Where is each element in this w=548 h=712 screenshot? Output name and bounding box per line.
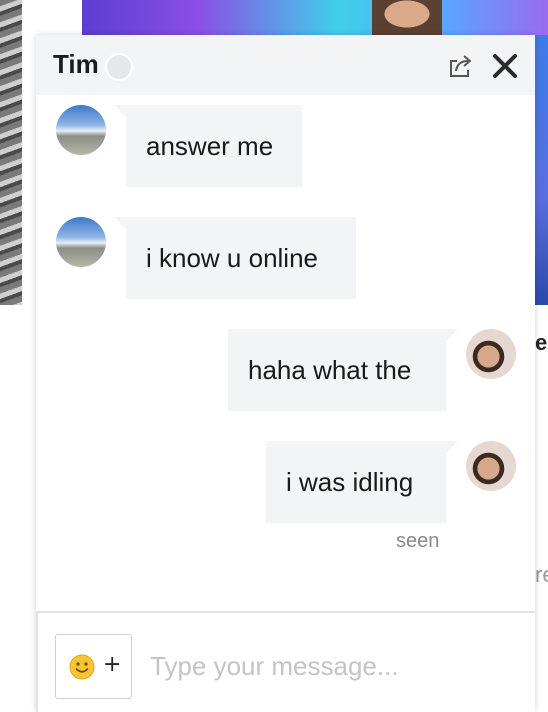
chat-title: Tim	[53, 49, 99, 79]
message-input[interactable]	[148, 637, 512, 695]
avatar	[466, 329, 516, 379]
message-bubble-incoming: answer me	[114, 105, 302, 187]
chat-header: Tim	[36, 35, 535, 95]
read-receipt: seen	[396, 530, 440, 552]
background-text-fragment: re	[535, 562, 548, 587]
message-list[interactable]: answer me i know u online haha what the …	[36, 95, 535, 611]
message-bubble-incoming: i know u online	[114, 217, 356, 299]
background-photo-top	[82, 0, 548, 35]
close-icon[interactable]	[490, 51, 520, 81]
message-bubble-outgoing: i was idling	[266, 441, 458, 523]
smiley-icon	[69, 654, 95, 680]
avatar	[56, 217, 106, 267]
message-bubble-outgoing: haha what the	[228, 329, 458, 411]
background-text-fragment: er	[535, 330, 548, 355]
share-icon[interactable]	[446, 52, 474, 80]
message-composer: +	[36, 611, 535, 712]
presence-dot-icon	[105, 53, 133, 81]
background-photo-right	[535, 35, 548, 305]
chat-window: Tim answer me i know u online haha what …	[36, 35, 535, 712]
avatar	[466, 441, 516, 491]
plus-icon: +	[103, 652, 122, 677]
emoji-button[interactable]: +	[55, 634, 132, 699]
background-photo-left	[0, 0, 22, 305]
background-photo-face	[372, 0, 442, 35]
avatar	[56, 105, 106, 155]
